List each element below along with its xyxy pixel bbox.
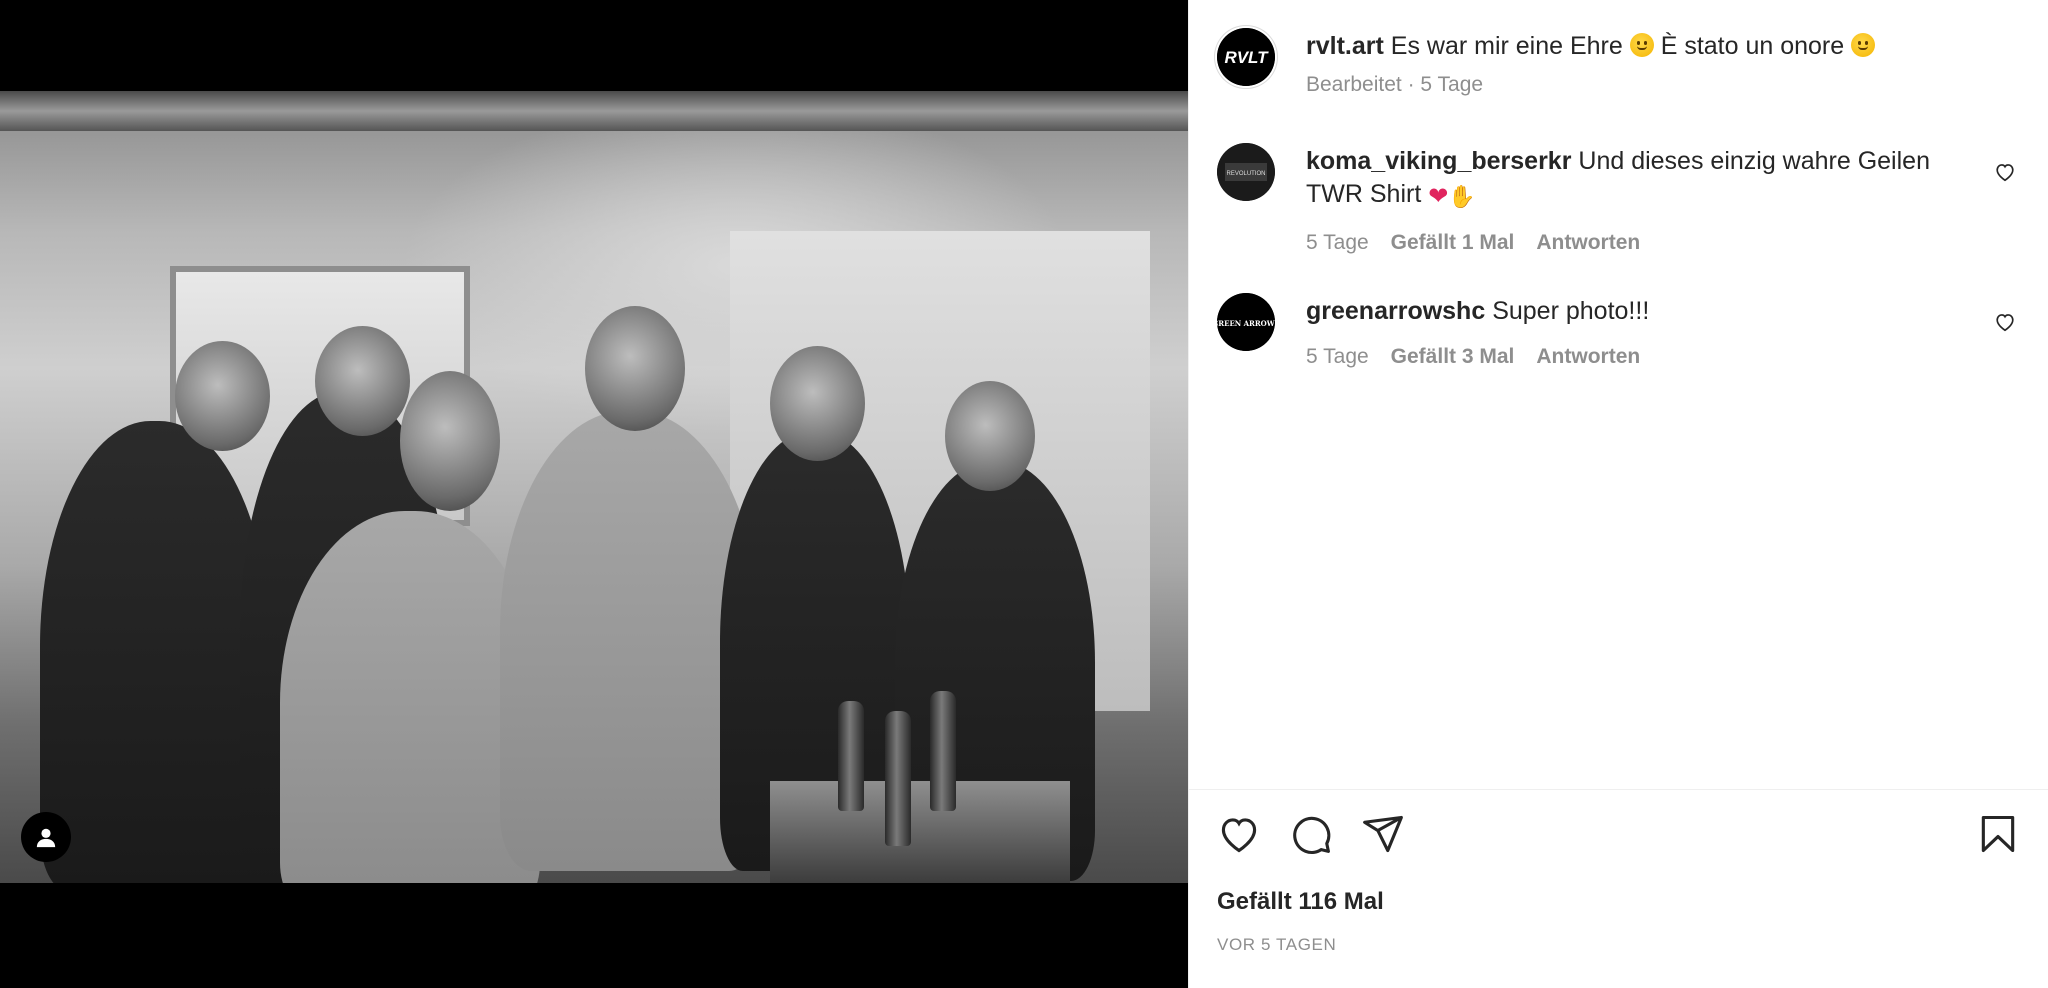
comment-meta: 5 Tage Gefällt 3 Mal Antworten — [1306, 340, 1960, 373]
post-caption: RVLT rvlt.art Es war mir eine Ehre È sta… — [1217, 26, 2020, 106]
post-action-bar — [1217, 808, 2020, 864]
instagram-post-view: RVLT rvlt.art Es war mir eine Ehre È sta… — [0, 0, 2048, 988]
comment-username[interactable]: greenarrowshc — [1306, 297, 1485, 325]
photo-head-5 — [770, 346, 865, 461]
actions-divider — [1189, 789, 2048, 790]
comment-like-heart-icon[interactable] — [1994, 161, 2016, 183]
photo-head-3 — [400, 371, 500, 511]
comment-item: GREEN ARROWS greenarrowshc Super photo!!… — [1217, 293, 2020, 383]
photo-person-1 — [40, 421, 270, 883]
user-tag-button[interactable] — [21, 812, 71, 862]
comment-like-heart-icon[interactable] — [1994, 311, 2016, 333]
photo-table — [770, 781, 1070, 883]
caption-meta: Bearbeitet · 5 Tage — [1306, 72, 2020, 98]
edited-label: Bearbeitet — [1306, 73, 1402, 96]
comment-likes[interactable]: Gefällt 1 Mal — [1391, 226, 1515, 259]
caption-text-italian: È stato un onore — [1660, 32, 1845, 60]
revolution-logo-icon: REVOLUTION — [1217, 143, 1275, 201]
post-media-pane — [0, 0, 1188, 988]
photo-head-4 — [585, 306, 685, 431]
post-photo[interactable] — [0, 91, 1188, 883]
comment-bubble-icon[interactable] — [1289, 812, 1333, 856]
clapping-hands-emoji-icon: ✋ — [1448, 184, 1476, 209]
commenter-avatar[interactable]: GREEN ARROWS — [1217, 293, 1275, 351]
post-likes-count[interactable]: Gefällt 116 Mal — [1217, 888, 1384, 916]
caption-time[interactable]: 5 Tage — [1420, 73, 1483, 96]
comment-item: REVOLUTION koma_viking_berserkr Und dies… — [1217, 143, 2020, 263]
bookmark-icon[interactable] — [1976, 812, 2020, 856]
photo-head-6 — [945, 381, 1035, 491]
comment-reply-button[interactable]: Antworten — [1536, 340, 1640, 373]
photo-head-1 — [175, 341, 270, 451]
svg-text:GREEN ARROWS: GREEN ARROWS — [1217, 319, 1275, 328]
author-avatar[interactable]: RVLT — [1217, 28, 1275, 86]
comment-time[interactable]: 5 Tage — [1306, 226, 1369, 259]
rvlt-logo-icon: RVLT — [1217, 28, 1275, 86]
comment-username[interactable]: koma_viking_berserkr — [1306, 147, 1571, 175]
paper-plane-icon[interactable] — [1361, 812, 1405, 856]
comment-meta: 5 Tage Gefällt 1 Mal Antworten — [1306, 226, 1960, 259]
post-details-pane: RVLT rvlt.art Es war mir eine Ehre È sta… — [1188, 0, 2048, 988]
author-username[interactable]: rvlt.art — [1306, 32, 1384, 60]
photo-head-2 — [315, 326, 410, 436]
comment-likes[interactable]: Gefällt 3 Mal — [1391, 340, 1515, 373]
green-arrows-logo-icon: GREEN ARROWS — [1217, 293, 1275, 351]
red-heart-emoji-icon: ❤ — [1428, 183, 1449, 210]
caption-text: Es war mir eine Ehre — [1390, 32, 1623, 60]
photo-bottle-2 — [885, 711, 911, 846]
photo-pipe — [0, 91, 1188, 131]
svg-text:RVLT: RVLT — [1224, 48, 1269, 67]
comment-time[interactable]: 5 Tage — [1306, 340, 1369, 373]
comment-reply-button[interactable]: Antworten — [1536, 226, 1640, 259]
heart-icon[interactable] — [1217, 812, 1261, 856]
photo-bottle-3 — [930, 691, 956, 811]
commenter-avatar[interactable]: REVOLUTION — [1217, 143, 1275, 201]
post-date[interactable]: VOR 5 TAGEN — [1217, 935, 1336, 955]
slightly-smiling-emoji-icon — [1629, 33, 1654, 57]
comment-text: Super photo!!! — [1492, 297, 1650, 325]
slightly-smiling-emoji-icon-2 — [1851, 33, 1876, 57]
user-tag-icon — [36, 828, 56, 848]
meta-separator: · — [1407, 73, 1415, 96]
svg-text:REVOLUTION: REVOLUTION — [1226, 171, 1265, 177]
photo-bottle-1 — [838, 701, 864, 811]
